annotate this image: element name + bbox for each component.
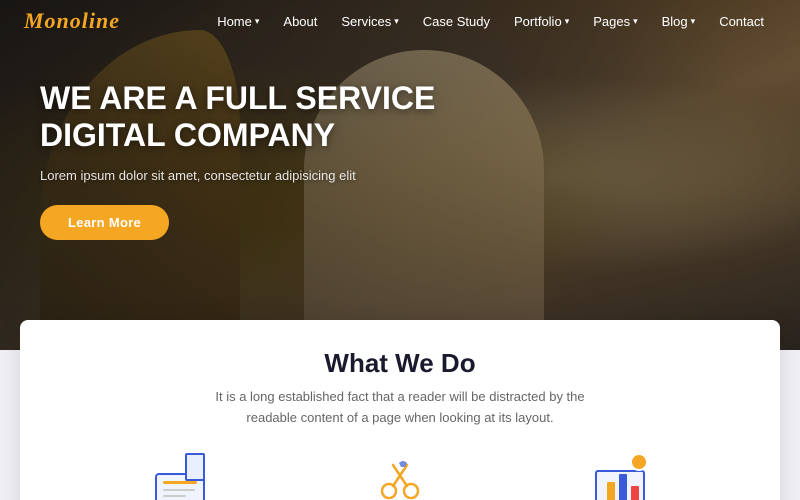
- nav-item-pages[interactable]: Pages ▾: [581, 14, 649, 29]
- hero-subtitle: Lorem ipsum dolor sit amet, consectetur …: [40, 168, 520, 183]
- section-subtitle: It is a long established fact that a rea…: [190, 387, 610, 429]
- nav-item-contact[interactable]: Contact: [707, 14, 776, 29]
- hero-title: WE ARE A FULL SERVICE DIGITAL COMPANY: [40, 80, 520, 154]
- nav-arrow-blog: ▾: [691, 16, 696, 27]
- nav-label-contact: Contact: [719, 14, 764, 29]
- nav-links: Home ▾ About Services ▾ Case Study Portf…: [205, 14, 776, 29]
- nav-item-case-study[interactable]: Case Study: [411, 14, 502, 29]
- nav-arrow-home: ▾: [255, 16, 260, 27]
- nav-arrow-pages: ▾: [633, 16, 638, 27]
- card-analytics: [520, 453, 720, 500]
- hero-cta-button[interactable]: Learn More: [40, 205, 169, 240]
- nav-label-portfolio: Portfolio: [514, 14, 562, 29]
- nav-label-case-study: Case Study: [423, 14, 490, 29]
- nav-label-home: Home: [217, 14, 252, 29]
- hero-section: Monoline Home ▾ About Services ▾ Case St…: [0, 0, 800, 350]
- nav-label-blog: Blog: [662, 14, 688, 29]
- chart-bar-3: [631, 486, 639, 500]
- nav-label-pages: Pages: [593, 14, 630, 29]
- nav-item-about[interactable]: About: [271, 14, 329, 29]
- screen-line-2: [163, 489, 195, 491]
- nav-item-blog[interactable]: Blog ▾: [650, 14, 708, 29]
- nav-arrow-services: ▾: [394, 16, 399, 27]
- scissors-svg: [375, 455, 425, 500]
- card-web-design: [80, 453, 280, 500]
- nav-arrow-portfolio: ▾: [565, 16, 570, 27]
- screen-line-1: [163, 481, 197, 484]
- tools-icon: [370, 453, 430, 500]
- nav-label-about: About: [283, 14, 317, 29]
- cards-row: [52, 453, 748, 500]
- screen-line-3: [163, 495, 186, 497]
- nav-item-portfolio[interactable]: Portfolio ▾: [502, 14, 581, 29]
- card-tools: [300, 453, 500, 500]
- section-title: What We Do: [52, 348, 748, 379]
- chart-frame: [595, 470, 645, 500]
- nav-item-services[interactable]: Services ▾: [329, 14, 410, 29]
- web-design-icon: [150, 453, 210, 500]
- analytics-icon: [590, 453, 650, 500]
- nav-label-services: Services: [341, 14, 391, 29]
- what-we-do-section: What We Do It is a long established fact…: [20, 320, 780, 500]
- hero-content: WE ARE A FULL SERVICE DIGITAL COMPANY Lo…: [40, 80, 520, 240]
- nav-item-home[interactable]: Home ▾: [205, 14, 271, 29]
- chart-bar-1: [607, 482, 615, 500]
- chart-tag: [630, 453, 648, 471]
- chart-bar-2: [619, 474, 627, 500]
- page-wrapper: Monoline Home ▾ About Services ▾ Case St…: [0, 0, 800, 500]
- navbar: Monoline Home ▾ About Services ▾ Case St…: [0, 0, 800, 42]
- doc-background: [185, 453, 205, 481]
- brand-logo[interactable]: Monoline: [24, 8, 120, 34]
